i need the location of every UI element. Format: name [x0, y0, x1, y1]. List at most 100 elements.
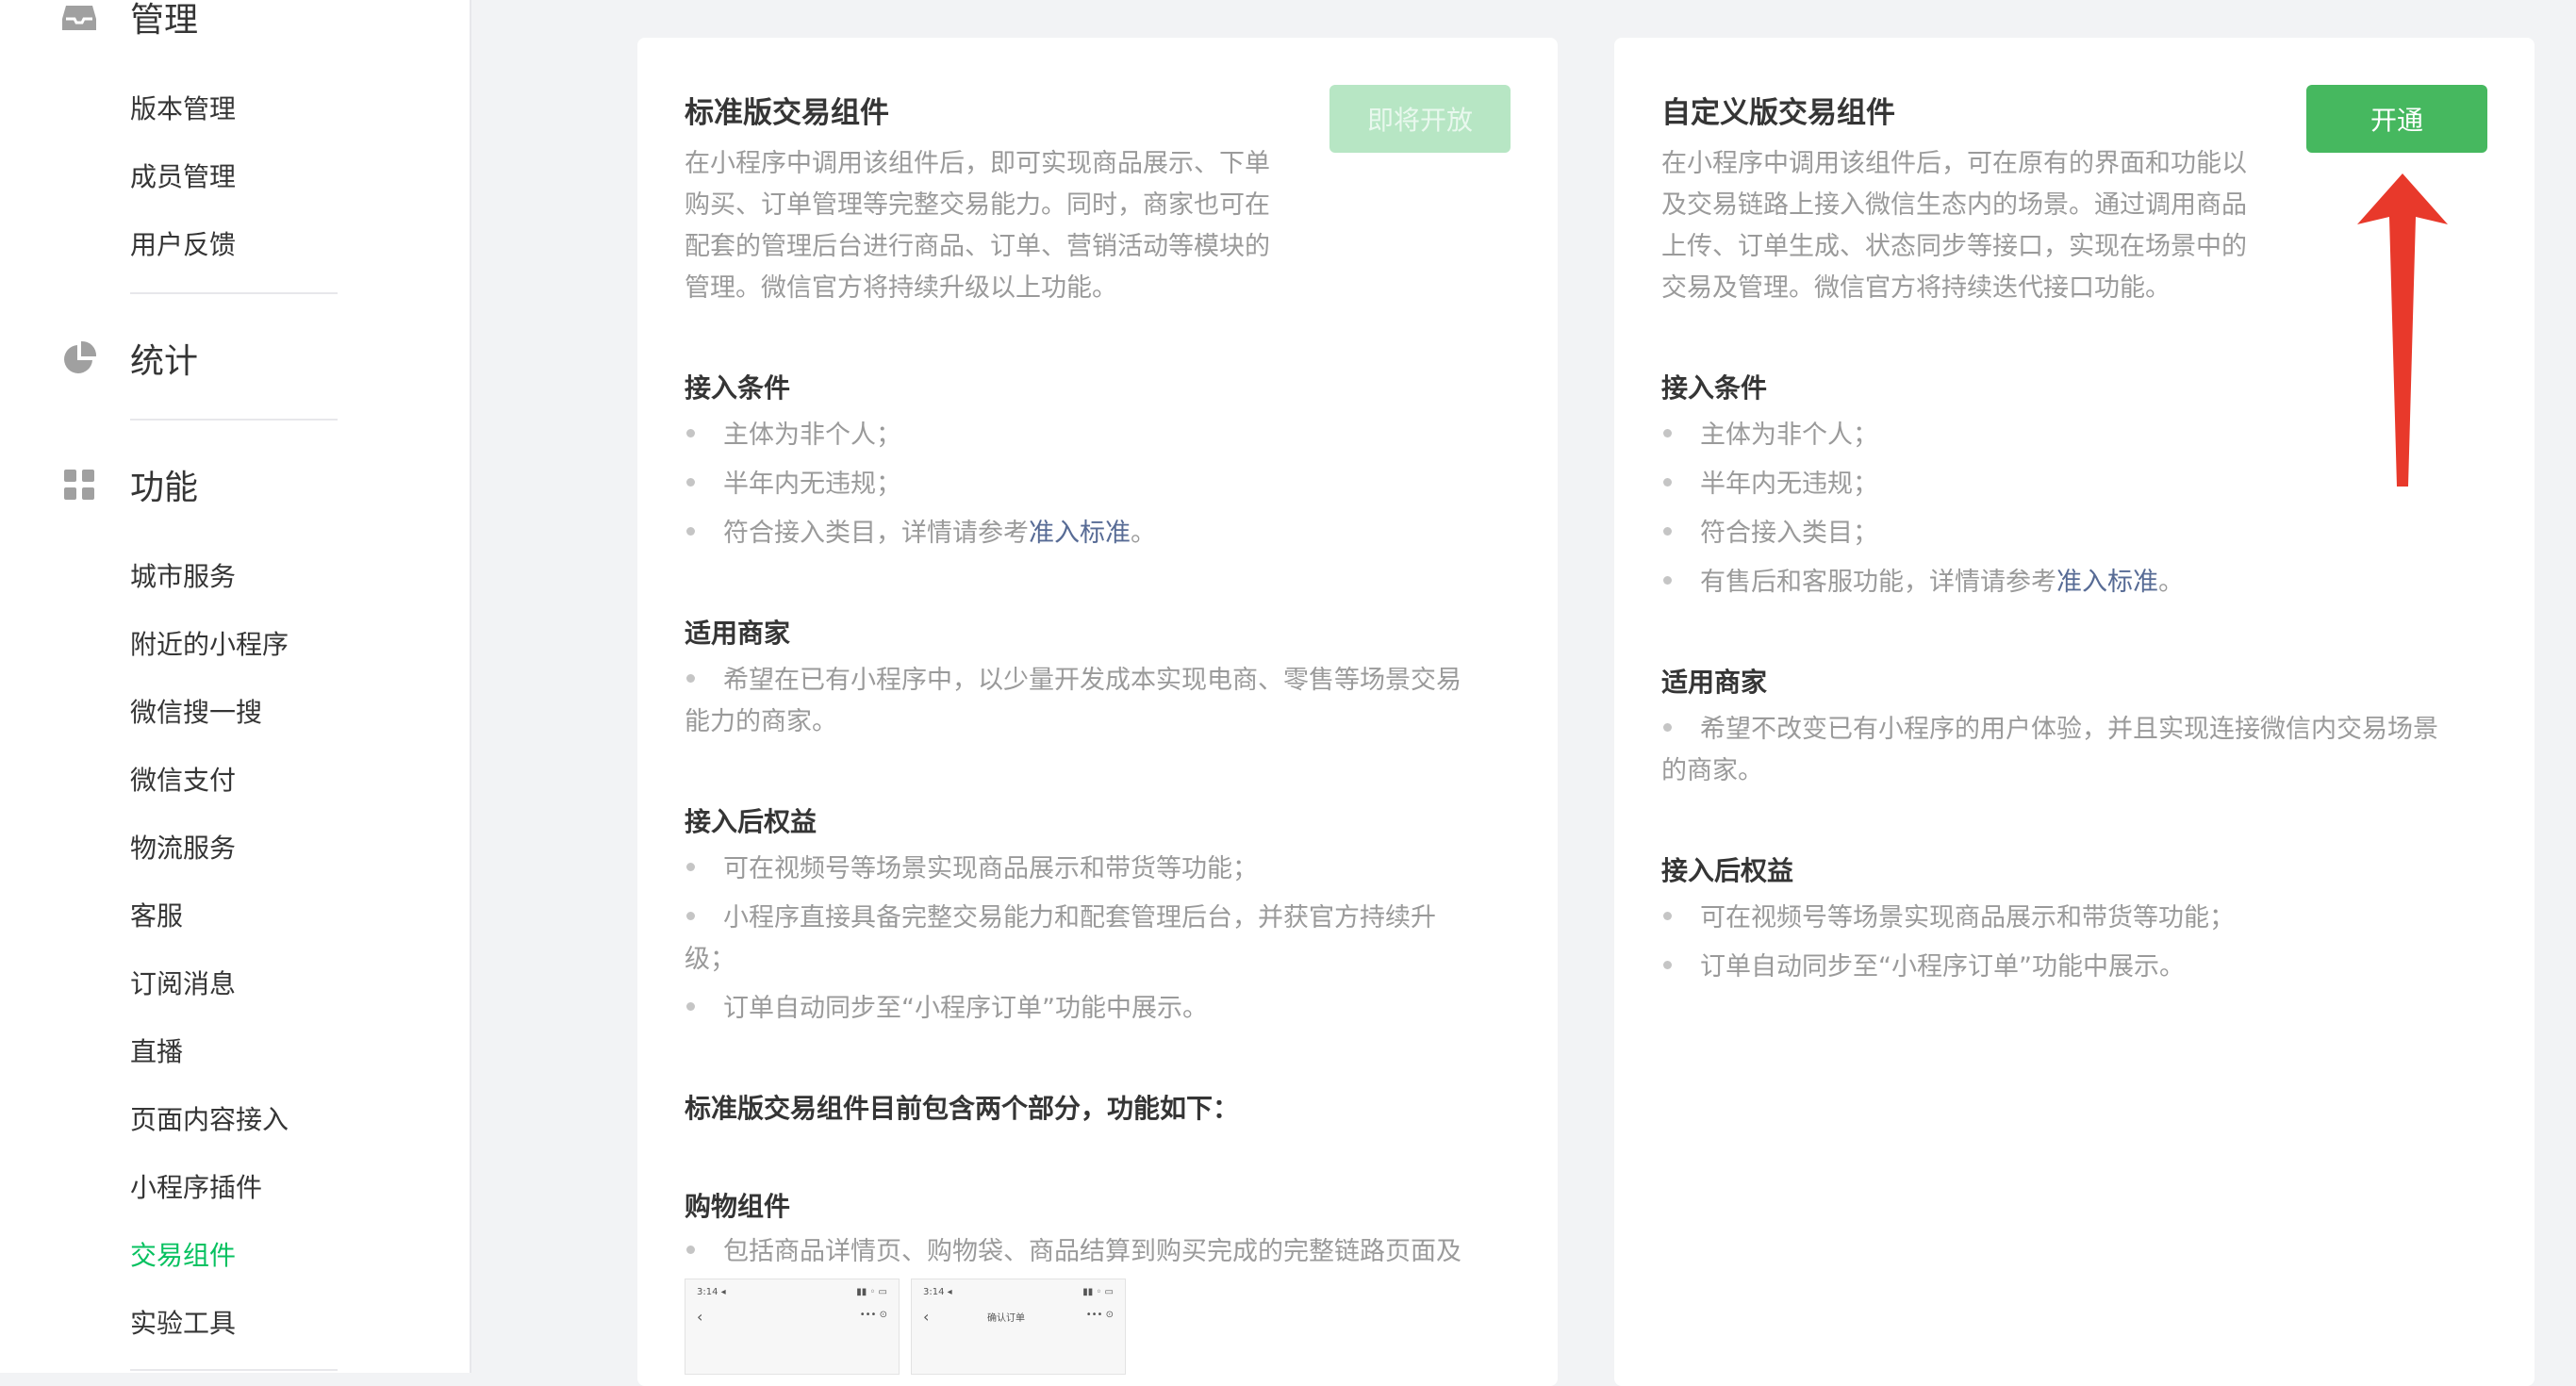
sidebar-item-nearby-miniprogram[interactable]: 附近的小程序: [130, 626, 289, 664]
list-item-text: 。: [1131, 519, 1156, 548]
list-item-text: 级；: [685, 945, 735, 974]
grid-icon: [58, 464, 100, 505]
nav-section-label: 管理: [130, 1, 199, 40]
list-item-text: 符合接入类目；: [1700, 519, 1878, 548]
pie-chart-icon: [58, 338, 100, 379]
list-item-text: 可在视频号等场景实现商品展示和带货等功能；: [723, 854, 1258, 883]
sidebar-item-trade-components[interactable]: 交易组件: [130, 1237, 236, 1275]
card-title: 自定义版交易组件: [1661, 96, 1895, 130]
status-time: 3:14 ◂: [697, 1287, 726, 1297]
description-line: 在小程序中调用该组件后，即可实现商品展示、下单: [685, 149, 1270, 178]
back-icon: ‹: [923, 1308, 930, 1326]
list-item: 订单自动同步至“小程序订单”功能中展示。: [685, 988, 1208, 1030]
sidebar-item-wechat-pay[interactable]: 微信支付: [130, 762, 236, 800]
card-title: 标准版交易组件: [685, 96, 889, 130]
sidebar-item-lab-tools[interactable]: 实验工具: [130, 1305, 236, 1343]
list-item-text: 符合接入类目，详情请参考: [723, 519, 1029, 548]
sidebar-item-user-feedback[interactable]: 用户反馈: [130, 226, 236, 264]
list-item-text: 希望在已有小程序中，以少量开发成本实现电商、零售等场景交易: [723, 666, 1461, 695]
list-item-text: 的商家。: [1661, 756, 1763, 785]
bullet: [686, 863, 695, 871]
section-title-parts: 标准版交易组件目前包含两个部分，功能如下：: [685, 1093, 1240, 1124]
capsule-icon: ••• ⊙: [859, 1310, 887, 1320]
list-item: 半年内无违规；: [1661, 464, 1878, 505]
section-title-merchants: 适用商家: [685, 618, 791, 649]
sidebar-item-wechat-search[interactable]: 微信搜一搜: [130, 694, 262, 732]
list-item-text: 包括商品详情页、购物袋、商品结算到购买完成的完整链路页面及: [723, 1237, 1461, 1266]
list-item-text: 主体为非个人；: [1700, 421, 1878, 450]
list-item-text: 小程序直接具备完整交易能力和配套管理后台，并获官方持续升: [723, 903, 1436, 932]
sidebar: 管理 版本管理 成员管理 用户反馈 统计 功能 城市服务 附近的小程序 微信搜一…: [0, 0, 471, 1373]
sidebar-item-customer-service[interactable]: 客服: [130, 898, 183, 935]
sidebar-divider: [130, 419, 338, 421]
sidebar-item-live[interactable]: 直播: [130, 1033, 183, 1071]
list-item-text: 有售后和客服功能，详情请参考: [1700, 568, 2056, 597]
list-item: 主体为非个人；: [685, 415, 901, 456]
sidebar-item-version-management[interactable]: 版本管理: [130, 91, 236, 128]
section-title-shopping: 购物组件: [685, 1191, 791, 1222]
admission-standard-link[interactable]: 准入标准: [1029, 519, 1131, 548]
section-title-access: 接入条件: [1661, 372, 1768, 404]
nav-section-features[interactable]: 功能: [58, 456, 198, 513]
standard-component-card: 标准版交易组件 即将开放 在小程序中调用该组件后，即可实现商品展示、下单 购买、…: [637, 38, 1558, 1386]
thumbnail-title: 确认订单: [987, 1313, 1025, 1324]
list-item-text: 订单自动同步至“小程序订单”功能中展示。: [723, 994, 1208, 1023]
screenshot-thumbnail-product: 3:14 ◂ ▮▮ ◦ ▭ ‹ ••• ⊙: [685, 1279, 900, 1375]
list-item-text: 。: [2158, 568, 2184, 597]
list-item-text: 订单自动同步至“小程序订单”功能中展示。: [1700, 952, 2185, 982]
bullet: [686, 478, 695, 487]
list-item: 希望不改变已有小程序的用户体验，并且实现连接微信内交易场景 的商家。: [1661, 709, 2491, 792]
list-item-text: 主体为非个人；: [723, 421, 901, 450]
status-icons: ▮▮ ◦ ▭: [856, 1287, 887, 1297]
bullet: [686, 674, 695, 683]
sidebar-item-page-content[interactable]: 页面内容接入: [130, 1101, 289, 1139]
activate-button[interactable]: 开通: [2306, 85, 2487, 153]
coming-soon-button: 即将开放: [1329, 85, 1511, 153]
nav-section-manage[interactable]: 管理: [58, 0, 198, 45]
list-item-text: 半年内无违规；: [723, 470, 901, 499]
list-item: 可在视频号等场景实现商品展示和带货等功能；: [1661, 898, 2235, 939]
sidebar-item-plugins[interactable]: 小程序插件: [130, 1169, 262, 1207]
list-item: 符合接入类目；: [1661, 513, 1878, 554]
bullet: [1663, 527, 1672, 536]
bullet: [1663, 429, 1672, 437]
nav-section-stats[interactable]: 统计: [58, 330, 198, 387]
inbox-icon: [58, 0, 100, 38]
list-item: 希望在已有小程序中，以少量开发成本实现电商、零售等场景交易 能力的商家。: [685, 660, 1514, 743]
description-line: 交易及管理。微信官方将持续迭代接口功能。: [1661, 273, 2171, 303]
description-line: 管理。微信官方将持续升级以上功能。: [685, 273, 1117, 303]
nav-section-label: 统计: [130, 342, 199, 381]
bullet: [686, 1002, 695, 1011]
list-item: 符合接入类目，详情请参考准入标准。: [685, 513, 1156, 554]
list-item: 小程序直接具备完整交易能力和配套管理后台，并获官方持续升 级；: [685, 898, 1514, 981]
list-item: 主体为非个人；: [1661, 415, 1878, 456]
section-title-benefits: 接入后权益: [1661, 855, 1794, 886]
description-line: 购买、订单管理等完整交易能力。同时，商家也可在: [685, 190, 1270, 220]
sidebar-item-member-management[interactable]: 成员管理: [130, 158, 236, 196]
sidebar-item-logistics[interactable]: 物流服务: [130, 830, 236, 867]
list-item: 半年内无违规；: [685, 464, 901, 505]
description-line: 在小程序中调用该组件后，可在原有的界面和功能以: [1661, 149, 2247, 178]
bullet: [1663, 478, 1672, 487]
description-line: 及交易链路上接入微信生态内的场景。通过调用商品: [1661, 190, 2247, 220]
list-item-text: 可在视频号等场景实现商品展示和带货等功能；: [1700, 903, 2235, 932]
section-title-access: 接入条件: [685, 372, 791, 404]
list-item-text: 半年内无违规；: [1700, 470, 1878, 499]
section-title-benefits: 接入后权益: [685, 806, 817, 837]
bullet: [1663, 576, 1672, 585]
list-item: 可在视频号等场景实现商品展示和带货等功能；: [685, 849, 1258, 890]
bullet: [1663, 912, 1672, 920]
bullet: [686, 1246, 695, 1254]
card-description: 在小程序中调用该组件后，即可实现商品展示、下单 购买、订单管理等完整交易能力。同…: [685, 143, 1326, 309]
list-item-text: 希望不改变已有小程序的用户体验，并且实现连接微信内交易场景: [1700, 715, 2438, 744]
annotation-arrow-icon: [2357, 173, 2448, 487]
list-item: 订单自动同步至“小程序订单”功能中展示。: [1661, 947, 2185, 988]
description-line: 配套的管理后台进行商品、订单、营销活动等模块的: [685, 232, 1270, 261]
sidebar-item-subscribe-message[interactable]: 订阅消息: [130, 965, 236, 1003]
sidebar-item-city-services[interactable]: 城市服务: [130, 558, 236, 596]
section-title-merchants: 适用商家: [1661, 667, 1768, 698]
list-item-text: 能力的商家。: [685, 707, 837, 736]
bullet: [686, 527, 695, 536]
bullet: [686, 429, 695, 437]
admission-standard-link[interactable]: 准入标准: [2056, 568, 2158, 597]
